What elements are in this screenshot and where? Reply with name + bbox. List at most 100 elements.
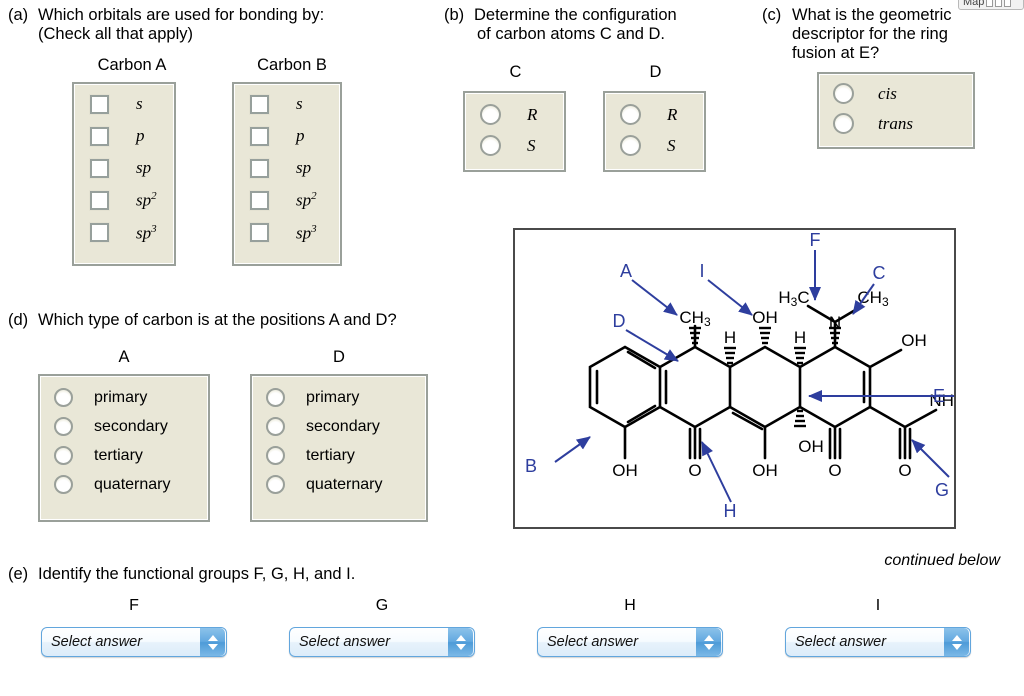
callout-b: B [525,456,537,476]
select-value: Select answer [299,634,391,650]
carbon-b-head: Carbon B [257,56,327,74]
radio-row-secondary[interactable]: secondary [54,417,208,436]
checkbox-icon[interactable] [90,126,109,146]
functional-group-g-select[interactable]: Select answer [289,627,475,657]
checkbox-row-sp2[interactable]: sp2 [90,190,174,211]
radio-icon[interactable] [54,417,73,436]
radio-icon[interactable] [620,135,641,156]
question-e: (e) Identify the functional groups F, G, … [8,565,528,584]
radio-label: cis [878,83,897,103]
chevron-updown-icon[interactable] [696,628,721,656]
radio-icon[interactable] [266,388,285,407]
carbon-a-checkbox-panel[interactable]: s p sp sp2 sp3 [72,82,176,266]
carbon-d-radio-panel[interactable]: R S [603,91,706,172]
chevron-updown-icon[interactable] [200,628,225,656]
checkbox-label: sp3 [296,222,317,243]
checkbox-row-s[interactable]: s [250,94,340,114]
radio-icon[interactable] [54,446,73,465]
radio-row-r[interactable]: R [620,104,704,125]
checkbox-row-p[interactable]: p [250,126,340,146]
radio-row-cis[interactable]: cis [833,83,973,104]
select-value: Select answer [51,634,143,650]
checkbox-icon[interactable] [90,223,109,243]
radio-row-s[interactable]: S [480,135,564,156]
carbon-d-head: D [649,63,662,81]
callout-a: A [620,261,632,281]
chevron-updown-icon[interactable] [944,628,969,656]
checkbox-row-p[interactable]: p [90,126,174,146]
checkbox-icon[interactable] [250,158,269,178]
functional-group-f-select-wrap[interactable]: Select answer [41,627,227,657]
radio-row-secondary[interactable]: secondary [266,417,426,436]
carbon-c-radio-panel[interactable]: R S [463,91,566,172]
question-c-marker: (c) [762,6,782,24]
radio-label: primary [306,388,360,406]
functional-group-h-select-wrap[interactable]: Select answer [537,627,723,657]
checkbox-label: sp3 [136,222,157,243]
checkbox-label: p [296,126,305,145]
radio-row-s[interactable]: S [620,135,704,156]
checkbox-row-sp[interactable]: sp [250,158,340,178]
checkbox-icon[interactable] [90,190,109,210]
radio-icon[interactable] [266,475,285,494]
radio-icon[interactable] [480,104,501,125]
radio-icon[interactable] [833,113,854,134]
atom-label-ch3: CH3 [857,288,889,309]
question-b-marker: (b) [444,6,465,24]
position-a-radio-panel[interactable]: primary secondary tertiary quaternary [38,374,210,522]
radio-icon[interactable] [54,475,73,494]
carbon-b-checkbox-panel[interactable]: s p sp sp2 sp3 [232,82,342,266]
callout-g: G [935,480,949,500]
radio-icon[interactable] [266,446,285,465]
chevron-up-icon [703,634,714,641]
chevron-updown-icon[interactable] [448,628,473,656]
radio-icon[interactable] [54,388,73,407]
checkbox-icon[interactable] [250,94,269,114]
callout-h: H [724,501,737,521]
radio-icon[interactable] [833,83,854,104]
radio-row-r[interactable]: R [480,104,564,125]
atom-label-oh: OH [612,461,638,480]
checkbox-row-sp[interactable]: sp [90,158,174,178]
radio-row-trans[interactable]: trans [833,113,973,134]
position-d-head: D [333,348,345,366]
checkbox-icon[interactable] [90,158,109,178]
radio-row-quaternary[interactable]: quaternary [266,475,426,494]
select-head-g: G [375,597,389,614]
radio-row-primary[interactable]: primary [266,388,426,407]
radio-label: secondary [94,417,168,435]
question-a-marker: (a) [8,6,29,24]
checkbox-icon[interactable] [90,94,109,114]
checkbox-icon[interactable] [250,223,269,243]
functional-group-h-select[interactable]: Select answer [537,627,723,657]
checkbox-icon[interactable] [250,190,269,210]
checkbox-label: p [136,126,145,145]
radio-row-quaternary[interactable]: quaternary [54,475,208,494]
radio-row-tertiary[interactable]: tertiary [266,446,426,465]
question-d-line1: Which type of carbon is at the positions… [38,311,397,329]
checkbox-row-sp3[interactable]: sp3 [90,223,174,244]
position-d-radio-panel[interactable]: primary secondary tertiary quaternary [250,374,428,522]
callout-i: I [699,261,704,281]
functional-group-i-select[interactable]: Select answer [785,627,971,657]
functional-group-g-select-wrap[interactable]: Select answer [289,627,475,657]
ring-fusion-radio-panel[interactable]: cis trans [817,72,975,149]
radio-icon[interactable] [620,104,641,125]
position-a-head: A [118,348,130,366]
radio-icon[interactable] [266,417,285,436]
checkbox-row-sp2[interactable]: sp2 [250,190,340,211]
functional-group-f-select[interactable]: Select answer [41,627,227,657]
continued-below-note: continued below [884,552,1000,569]
question-a: (a) Which orbitals are used for bonding b… [8,6,438,44]
functional-group-i-select-wrap[interactable]: Select answer [785,627,971,657]
checkbox-row-sp3[interactable]: sp3 [250,223,340,244]
chevron-down-icon [951,643,962,650]
radio-row-tertiary[interactable]: tertiary [54,446,208,465]
question-a-line2: (Check all that apply) [38,25,193,43]
radio-icon[interactable] [480,135,501,156]
checkbox-row-s[interactable]: s [90,94,174,114]
select-value: Select answer [547,634,639,650]
atom-label-oh: OH [901,331,927,350]
radio-row-primary[interactable]: primary [54,388,208,407]
checkbox-icon[interactable] [250,126,269,146]
